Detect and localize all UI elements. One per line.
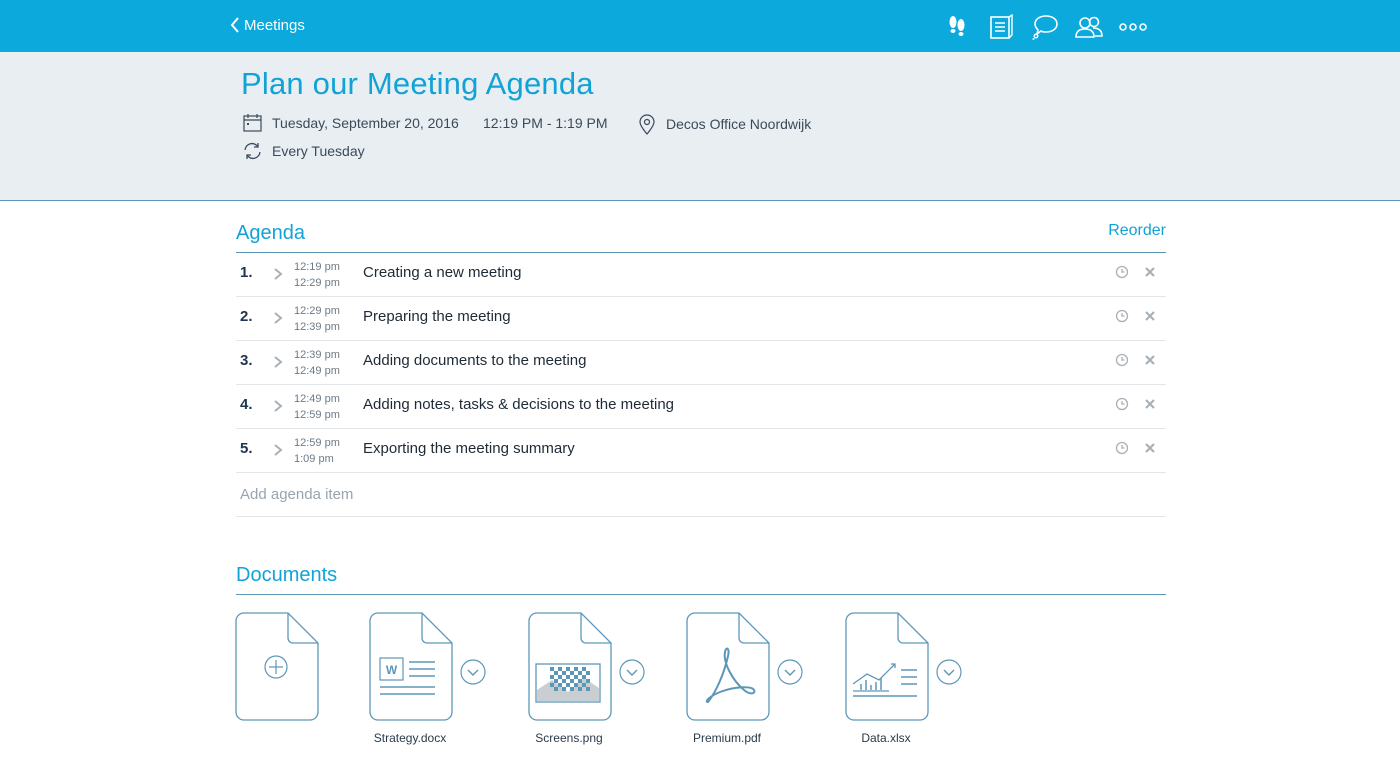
agenda-item-number: 2. <box>240 308 253 325</box>
agenda-item-times[interactable]: 12:29 pm 12:39 pm <box>294 303 340 335</box>
chevron-down-circle-icon[interactable] <box>619 659 645 685</box>
agenda-item[interactable]: 3. 12:39 pm 12:49 pm Adding documents to th… <box>236 341 1166 385</box>
agenda-item-label[interactable]: Adding notes, tasks & decisions to the m… <box>363 396 674 413</box>
agenda-item[interactable]: 2. 12:29 pm 12:39 pm Preparing the meeting <box>236 297 1166 341</box>
image-document-icon[interactable] <box>528 612 612 722</box>
meeting-recurrence[interactable]: Every Tuesday <box>242 141 365 161</box>
agenda-item-times[interactable]: 12:49 pm 12:59 pm <box>294 391 340 423</box>
agenda-item[interactable]: 4. 12:49 pm 12:59 pm Adding notes, tasks & … <box>236 385 1166 429</box>
location-pin-icon <box>638 113 656 135</box>
add-document-icon[interactable] <box>235 612 319 722</box>
chevron-right-icon[interactable] <box>272 355 284 369</box>
spreadsheet-document-icon[interactable] <box>845 612 929 722</box>
agenda-list: 1. 12:19 pm 12:29 pm Creating a new meeting… <box>236 253 1166 517</box>
agenda-item-end: 1:09 pm <box>294 453 334 465</box>
agenda-item-end: 12:59 pm <box>294 409 340 421</box>
add-agenda-row <box>236 473 1166 517</box>
agenda-item-start: 12:39 pm <box>294 349 340 361</box>
date-text: Tuesday, September 20, 2016 <box>272 115 459 131</box>
top-bar: Meetings <box>0 0 1400 52</box>
add-agenda-item-input[interactable] <box>240 483 840 505</box>
documents-heading: Documents <box>236 564 338 586</box>
chevron-left-icon <box>230 17 239 33</box>
toolbar <box>940 10 1150 44</box>
clock-icon[interactable] <box>1115 309 1129 323</box>
agenda-item-number: 3. <box>240 352 253 369</box>
agenda-item-start: 12:49 pm <box>294 393 340 405</box>
agenda-item-label[interactable]: Preparing the meeting <box>363 308 511 325</box>
more-icon[interactable] <box>1116 10 1150 44</box>
document-name[interactable]: Premium.pdf <box>662 731 792 745</box>
agenda-item-number: 1. <box>240 264 253 281</box>
agenda-item-start: 12:19 pm <box>294 261 340 273</box>
agenda-item-label[interactable]: Adding documents to the meeting <box>363 352 586 369</box>
document-name[interactable]: Screens.png <box>504 731 634 745</box>
back-button[interactable]: Meetings <box>230 14 305 36</box>
clock-icon[interactable] <box>1115 441 1129 455</box>
agenda-item-end: 12:39 pm <box>294 321 340 333</box>
footsteps-icon[interactable] <box>940 10 974 44</box>
agenda-heading: Agenda <box>236 222 305 244</box>
chevron-right-icon[interactable] <box>272 267 284 281</box>
document-name[interactable]: Data.xlsx <box>821 731 951 745</box>
chevron-right-icon[interactable] <box>272 399 284 413</box>
meeting-date[interactable]: Tuesday, September 20, 2016 <box>242 113 459 133</box>
agenda-item-start: 12:59 pm <box>294 437 340 449</box>
agenda-item-start: 12:29 pm <box>294 305 340 317</box>
agenda-item-end: 12:29 pm <box>294 277 340 289</box>
chat-icon[interactable] <box>1028 10 1062 44</box>
repeat-icon <box>242 141 262 161</box>
agenda-item-number: 5. <box>240 440 253 457</box>
remove-icon[interactable] <box>1143 353 1157 367</box>
meeting-header: Plan our Meeting Agenda Tuesday, Septemb… <box>0 52 1400 201</box>
agenda-item-times[interactable]: 12:59 pm 1:09 pm <box>294 435 340 467</box>
remove-icon[interactable] <box>1143 397 1157 411</box>
agenda-item[interactable]: 1. 12:19 pm 12:29 pm Creating a new meeting <box>236 253 1166 297</box>
chevron-right-icon[interactable] <box>272 311 284 325</box>
agenda-item-label[interactable]: Exporting the meeting summary <box>363 440 575 457</box>
agenda-item-number: 4. <box>240 396 253 413</box>
agenda-item-end: 12:49 pm <box>294 365 340 377</box>
remove-icon[interactable] <box>1143 309 1157 323</box>
document-name[interactable]: Strategy.docx <box>345 731 475 745</box>
svg-text:W: W <box>386 663 398 677</box>
clock-icon[interactable] <box>1115 353 1129 367</box>
chevron-down-circle-icon[interactable] <box>936 659 962 685</box>
pdf-document-icon[interactable] <box>686 612 770 722</box>
word-document-icon[interactable]: W <box>369 612 453 722</box>
agenda-item[interactable]: 5. 12:59 pm 1:09 pm Exporting the meeting s… <box>236 429 1166 473</box>
people-icon[interactable] <box>1072 10 1106 44</box>
chevron-down-circle-icon[interactable] <box>460 659 486 685</box>
remove-icon[interactable] <box>1143 441 1157 455</box>
agenda-item-times[interactable]: 12:39 pm 12:49 pm <box>294 347 340 379</box>
recurrence-text: Every Tuesday <box>272 143 365 159</box>
calendar-icon <box>242 113 262 133</box>
notes-icon[interactable] <box>984 10 1018 44</box>
agenda-item-times[interactable]: 12:19 pm 12:29 pm <box>294 259 340 291</box>
remove-icon[interactable] <box>1143 265 1157 279</box>
clock-icon[interactable] <box>1115 265 1129 279</box>
page-title[interactable]: Plan our Meeting Agenda <box>241 66 594 102</box>
location-text: Decos Office Noordwijk <box>666 116 812 132</box>
meeting-time[interactable]: 12:19 PM - 1:19 PM <box>483 115 608 131</box>
chevron-down-circle-icon[interactable] <box>777 659 803 685</box>
reorder-button[interactable]: Reorder <box>1100 222 1166 240</box>
clock-icon[interactable] <box>1115 397 1129 411</box>
documents-divider <box>236 594 1166 595</box>
back-label: Meetings <box>244 16 305 34</box>
agenda-item-label[interactable]: Creating a new meeting <box>363 264 521 281</box>
meeting-location[interactable]: Decos Office Noordwijk <box>638 113 811 135</box>
chevron-right-icon[interactable] <box>272 443 284 457</box>
